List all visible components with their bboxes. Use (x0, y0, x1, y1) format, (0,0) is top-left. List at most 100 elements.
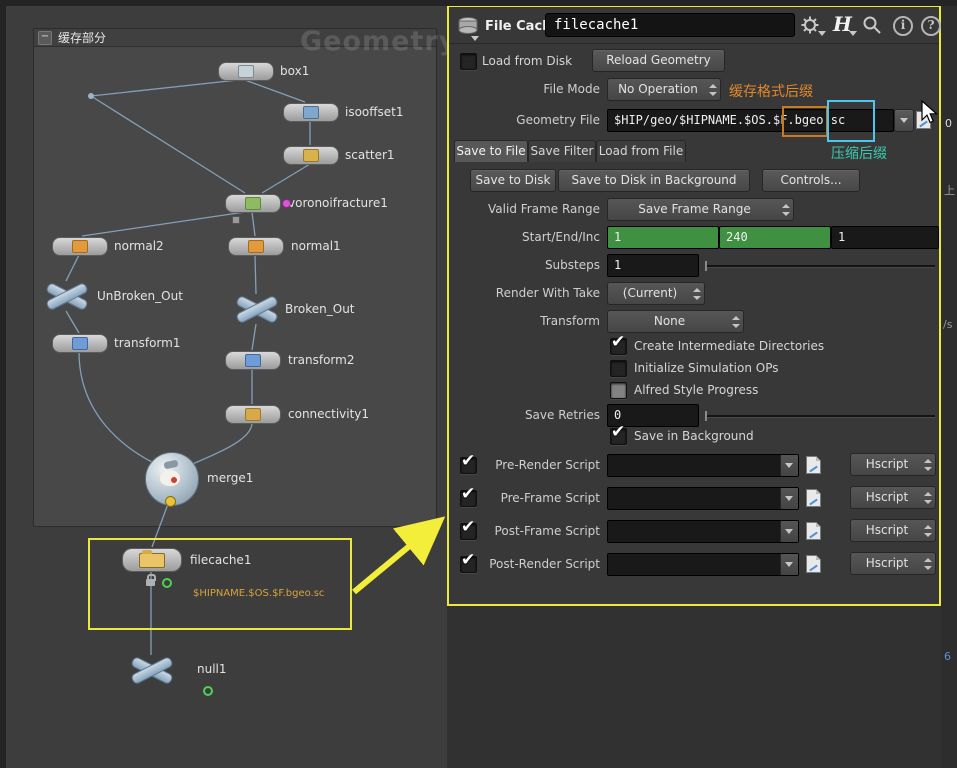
info-icon[interactable]: i (893, 16, 913, 36)
edit-script-icon[interactable] (806, 555, 821, 573)
node-label: transform1 (114, 336, 181, 350)
file-mode-label: File Mode (543, 82, 600, 96)
edit-script-icon[interactable] (806, 456, 821, 474)
start-end-inc-label: Start/End/Inc (522, 230, 600, 244)
node-broken-out[interactable] (234, 294, 280, 325)
gear-menu-arrow[interactable] (818, 31, 826, 36)
down-arrow-icon (900, 118, 908, 123)
alfred-progress-label: Alfred Style Progress (634, 383, 759, 397)
node-box1[interactable] (218, 62, 274, 81)
initialize-simulation-label: Initialize Simulation OPs (634, 361, 779, 375)
node-scatter1[interactable] (283, 146, 339, 165)
search-icon[interactable] (862, 15, 882, 35)
help-icon[interactable]: ? (921, 16, 941, 36)
valid-frame-range-dropdown[interactable]: Save Frame Range (607, 198, 794, 221)
node-label: normal2 (114, 239, 164, 253)
tab-save-filter[interactable]: Save Filter (528, 140, 596, 162)
network-editor[interactable]: − 缓存部分 Geometry box1 isooffset1 scatter1… (0, 0, 456, 768)
node-transform1[interactable] (52, 334, 108, 353)
pre-render-script-checkbox[interactable] (460, 451, 477, 474)
node-connectivity1[interactable] (225, 405, 281, 424)
pre-frame-script-checkbox[interactable] (460, 484, 477, 507)
render-with-take-dropdown[interactable]: (Current) (607, 282, 705, 305)
pre-frame-lang-dropdown[interactable]: Hscript (850, 486, 936, 509)
down-arrow-icon[interactable] (780, 455, 798, 476)
file-mode-dropdown[interactable]: No Operation (607, 78, 721, 101)
render-with-take-value: (Current) (622, 286, 678, 300)
post-render-script-label: Post-Render Script (489, 557, 600, 571)
frame-end-field[interactable] (719, 226, 831, 249)
node-normal1[interactable] (228, 237, 284, 256)
pre-frame-script-label: Pre-Frame Script (500, 491, 600, 505)
houdini-menu-arrow[interactable] (849, 31, 857, 36)
down-arrow-icon[interactable] (780, 521, 798, 542)
save-in-background-checkbox[interactable] (610, 422, 627, 445)
network-box-cache[interactable]: − 缓存部分 (33, 28, 437, 527)
pre-render-script-field[interactable] (607, 454, 799, 477)
edit-script-icon[interactable] (806, 522, 821, 540)
pre-render-lang-dropdown[interactable]: Hscript (850, 453, 936, 476)
save-in-background-label: Save in Background (634, 429, 754, 443)
node-label: voronoifracture1 (288, 196, 388, 210)
node-transform2[interactable] (225, 351, 281, 370)
save-to-disk-button[interactable]: Save to Disk (470, 169, 556, 192)
node-null1[interactable] (129, 655, 175, 686)
gear-icon[interactable] (800, 15, 820, 35)
type-menu-arrow[interactable] (471, 36, 479, 41)
post-render-lang-dropdown[interactable]: Hscript (850, 552, 936, 575)
node-label: box1 (280, 64, 310, 78)
node-name-input[interactable] (545, 13, 795, 37)
tab-save-to-file[interactable]: Save to File (454, 140, 528, 162)
template-flag[interactable] (232, 216, 240, 224)
geometry-file-history-button[interactable] (894, 109, 914, 132)
menu-spinner-icon (924, 524, 932, 537)
substeps-slider[interactable] (705, 261, 935, 271)
node-normal2[interactable] (52, 237, 108, 256)
down-arrow-icon[interactable] (780, 554, 798, 575)
frame-start-field[interactable] (607, 226, 719, 249)
post-render-script-checkbox[interactable] (460, 550, 477, 573)
post-frame-lang-dropdown[interactable]: Hscript (850, 519, 936, 542)
post-render-script-field[interactable] (607, 553, 799, 576)
file-mode-value: No Operation (618, 82, 698, 96)
post-frame-script-checkbox[interactable] (460, 517, 477, 540)
save-to-disk-background-button[interactable]: Save to Disk in Background (558, 169, 750, 192)
create-intermediate-dirs-label: Create Intermediate Directories (634, 339, 825, 353)
edge-fragment: 上 (944, 184, 955, 197)
edge-fragment: 6 (944, 650, 951, 663)
down-arrow-icon[interactable] (780, 488, 798, 509)
edit-script-icon[interactable] (806, 489, 821, 507)
substeps-field[interactable] (607, 254, 699, 277)
node-label: UnBroken_Out (97, 289, 183, 303)
compress-suffix-annotation: 压缩后缀 (831, 146, 887, 162)
normal-icon (72, 240, 88, 253)
node-isooffset1[interactable] (283, 103, 339, 122)
controls-button[interactable]: Controls... (762, 169, 860, 192)
transform-dropdown[interactable]: None (607, 310, 744, 333)
edge-fragment: 0 (945, 117, 952, 130)
node-label: merge1 (207, 471, 254, 485)
netbox-collapse-button[interactable]: − (38, 30, 52, 45)
filecache-type-icon (458, 17, 478, 34)
script-lang-value: Hscript (865, 523, 909, 537)
create-intermediate-dirs-checkbox[interactable] (610, 332, 627, 355)
reload-geometry-button[interactable]: Reload Geometry (592, 49, 725, 72)
empty-panel-area (447, 606, 957, 768)
transform-icon (245, 354, 261, 367)
netbox-title: 缓存部分 (58, 31, 107, 45)
alfred-progress-checkbox[interactable] (610, 382, 627, 399)
save-retries-slider[interactable] (705, 411, 935, 421)
initialize-simulation-checkbox[interactable] (610, 360, 627, 377)
load-from-disk-checkbox[interactable] (460, 53, 477, 70)
post-frame-script-field[interactable] (607, 520, 799, 543)
node-voronoifracture1[interactable] (225, 194, 281, 213)
display-flag-dot[interactable] (282, 199, 291, 208)
menu-spinner-icon (693, 287, 701, 300)
geometry-file-prefix: $HIP/geo/$HIPNAME.$OS.$F (614, 113, 788, 127)
node-unbroken-out[interactable] (44, 281, 90, 312)
node-label: normal1 (291, 239, 341, 253)
node-label: connectivity1 (288, 407, 370, 421)
pre-frame-script-field[interactable] (607, 487, 799, 510)
frame-inc-field[interactable] (831, 226, 939, 249)
tab-load-from-file[interactable]: Load from File (596, 140, 686, 162)
